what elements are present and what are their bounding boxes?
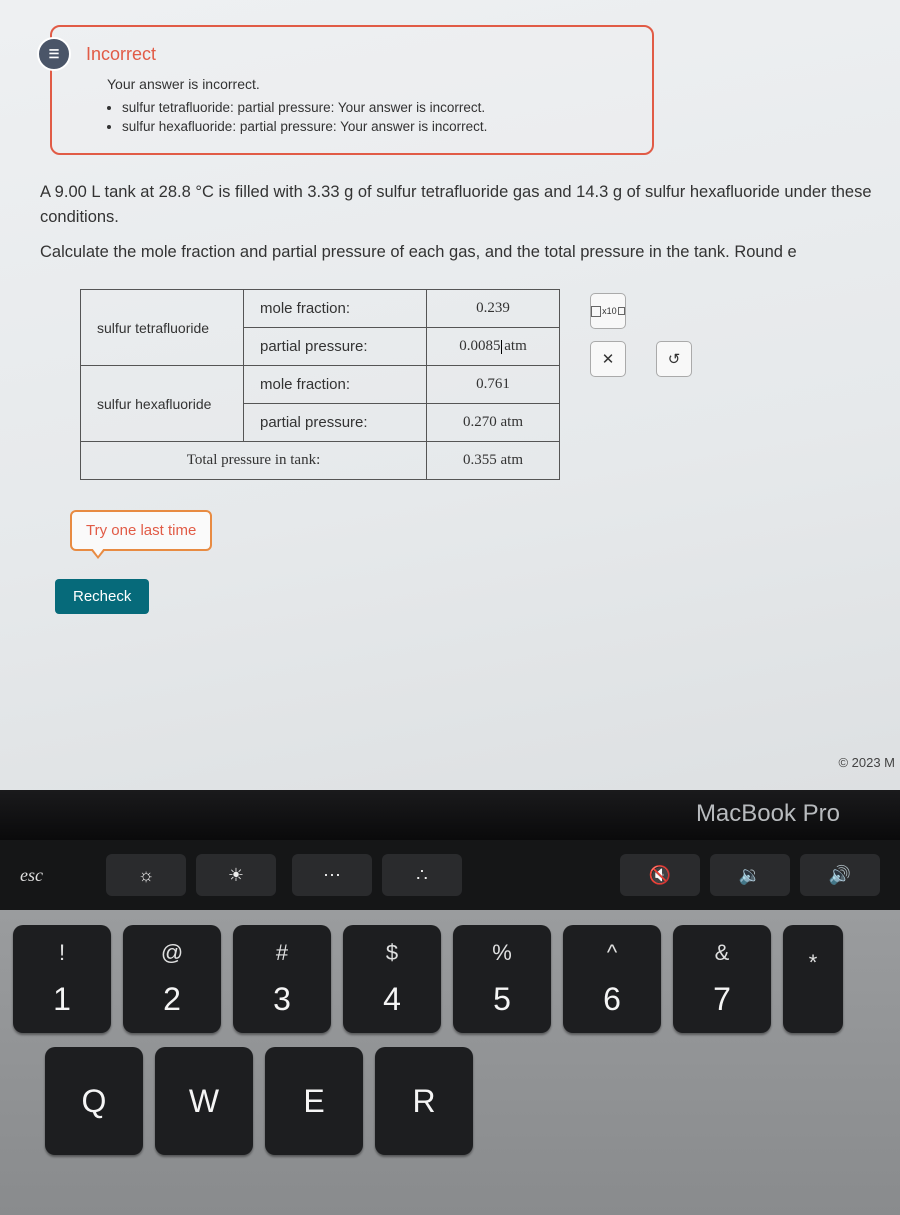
keyboard-bright-icon: ∴ — [416, 865, 427, 886]
volume-up-key[interactable]: 🔊 — [800, 854, 880, 896]
brightness-down-key[interactable]: ☼ — [106, 854, 186, 896]
total-label: Total pressure in tank: — [81, 442, 427, 480]
feedback-box: Incorrect Your answer is incorrect. sulf… — [50, 25, 654, 155]
answer-table: sulfur tetrafluoride mole fraction: 0.23… — [80, 289, 560, 480]
problem-statement: A 9.00 L tank at 28.8 °C is filled with … — [40, 180, 900, 264]
try-again-button[interactable]: Try one last time — [70, 510, 212, 551]
toolbox: x10 ✕ ↺ — [590, 293, 692, 377]
key-r[interactable]: R — [375, 1047, 473, 1155]
key-4[interactable]: $4 — [343, 925, 441, 1033]
key-q[interactable]: Q — [45, 1047, 143, 1155]
feedback-subtext: Your answer is incorrect. — [107, 76, 637, 92]
key-3[interactable]: #3 — [233, 925, 331, 1033]
status-icon — [37, 37, 71, 71]
row1-mf-label: mole fraction: — [244, 290, 427, 328]
reset-icon: ↺ — [668, 350, 681, 368]
clear-button[interactable]: ✕ — [590, 341, 626, 377]
key-w[interactable]: W — [155, 1047, 253, 1155]
laptop-bezel: MacBook Pro — [0, 790, 900, 840]
total-value[interactable]: 0.355 atm — [427, 442, 560, 480]
brightness-down-icon: ☼ — [138, 865, 155, 886]
x-icon: ✕ — [602, 350, 615, 368]
keyboard-dim-icon: ⋯ — [323, 865, 341, 886]
mute-icon: 🔇 — [649, 865, 671, 886]
problem-line-1: A 9.00 L tank at 28.8 °C is filled with … — [40, 180, 895, 230]
keyboard: !1 @2 #3 $4 %5 ^6 &7 * Q W E R — [0, 910, 900, 1215]
row2-mf-value[interactable]: 0.761 — [427, 366, 560, 404]
key-5[interactable]: %5 — [453, 925, 551, 1033]
keyboard-dim-key[interactable]: ⋯ — [292, 854, 372, 896]
key-6[interactable]: ^6 — [563, 925, 661, 1033]
esc-key[interactable]: esc — [20, 865, 90, 886]
volume-down-key[interactable]: 🔉 — [710, 854, 790, 896]
mute-key[interactable]: 🔇 — [620, 854, 700, 896]
row2-name: sulfur hexafluoride — [81, 366, 244, 442]
vol-down-icon: 🔉 — [739, 865, 761, 886]
key-1[interactable]: !1 — [13, 925, 111, 1033]
row1-pp-label: partial pressure: — [244, 328, 427, 366]
copyright-text: © 2023 M — [838, 755, 895, 770]
key-e[interactable]: E — [265, 1047, 363, 1155]
brightness-up-key[interactable]: ☀ — [196, 854, 276, 896]
feedback-list: sulfur tetrafluoride: partial pressure: … — [122, 100, 637, 134]
vol-up-icon: 🔊 — [829, 865, 851, 886]
row1-name: sulfur tetrafluoride — [81, 290, 244, 366]
row2-mf-label: mole fraction: — [244, 366, 427, 404]
touch-bar: esc ☼ ☀ ⋯ ∴ 🔇 🔉 🔊 — [0, 840, 900, 910]
recheck-button[interactable]: Recheck — [55, 579, 149, 614]
laptop-brand: MacBook Pro — [696, 800, 840, 827]
status-label: Incorrect — [86, 44, 156, 65]
key-8[interactable]: * — [783, 925, 843, 1033]
scientific-notation-button[interactable]: x10 — [590, 293, 626, 329]
key-7[interactable]: &7 — [673, 925, 771, 1033]
row1-pp-value[interactable]: 0.0085 atm — [427, 328, 560, 366]
problem-line-2: Calculate the mole fraction and partial … — [40, 240, 895, 265]
row2-pp-value[interactable]: 0.270 atm — [427, 404, 560, 442]
feedback-item: sulfur tetrafluoride: partial pressure: … — [122, 100, 637, 115]
brightness-up-icon: ☀ — [228, 865, 244, 886]
row1-mf-value[interactable]: 0.239 — [427, 290, 560, 328]
keyboard-bright-key[interactable]: ∴ — [382, 854, 462, 896]
key-2[interactable]: @2 — [123, 925, 221, 1033]
reset-button[interactable]: ↺ — [656, 341, 692, 377]
row2-pp-label: partial pressure: — [244, 404, 427, 442]
feedback-item: sulfur hexafluoride: partial pressure: Y… — [122, 119, 637, 134]
